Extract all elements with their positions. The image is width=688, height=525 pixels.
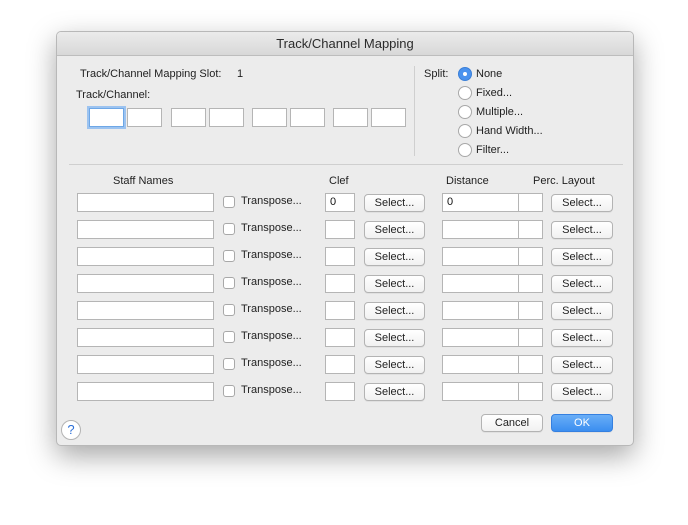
perc-layout-select-button[interactable]: Select... bbox=[551, 248, 613, 266]
help-button[interactable]: ? bbox=[61, 420, 81, 440]
perc-layout-field[interactable] bbox=[518, 247, 543, 266]
clef-select-button[interactable]: Select... bbox=[364, 194, 425, 212]
perc-layout-field[interactable] bbox=[518, 193, 543, 212]
track-channel-field[interactable] bbox=[333, 108, 368, 127]
transpose-checkbox[interactable] bbox=[223, 358, 235, 370]
split-radio[interactable] bbox=[458, 124, 472, 138]
transpose-label[interactable]: Transpose... bbox=[241, 357, 302, 369]
clef-select-button[interactable]: Select... bbox=[364, 383, 425, 401]
ok-button[interactable]: OK bbox=[551, 414, 613, 432]
split-label: Split: bbox=[424, 68, 449, 80]
staff-name-field[interactable] bbox=[77, 328, 214, 347]
transpose-checkbox[interactable] bbox=[223, 277, 235, 289]
perc-layout-select-button[interactable]: Select... bbox=[551, 221, 613, 239]
clef-field[interactable] bbox=[325, 220, 355, 239]
perc-layout-select-button[interactable]: Select... bbox=[551, 302, 613, 320]
split-option-label[interactable]: Hand Width... bbox=[476, 125, 543, 137]
track-channel-field[interactable] bbox=[290, 108, 325, 127]
track-channel-field[interactable] bbox=[209, 108, 244, 127]
window-title: Track/Channel Mapping bbox=[57, 32, 633, 56]
split-radio[interactable] bbox=[458, 67, 472, 81]
track-channel-field[interactable] bbox=[252, 108, 287, 127]
staff-name-field[interactable] bbox=[77, 382, 214, 401]
track-channel-field[interactable] bbox=[171, 108, 206, 127]
horizontal-divider bbox=[69, 164, 623, 165]
split-option-label[interactable]: None bbox=[476, 68, 502, 80]
clef-field[interactable]: 0 bbox=[325, 193, 355, 212]
clef-field[interactable] bbox=[325, 355, 355, 374]
perc-layout-select-button[interactable]: Select... bbox=[551, 356, 613, 374]
transpose-checkbox[interactable] bbox=[223, 223, 235, 235]
vertical-divider bbox=[414, 66, 415, 156]
split-radio[interactable] bbox=[458, 86, 472, 100]
perc-layout-field[interactable] bbox=[518, 328, 543, 347]
clef-select-button[interactable]: Select... bbox=[364, 221, 425, 239]
staff-name-field[interactable] bbox=[77, 220, 214, 239]
perc-layout-select-button[interactable]: Select... bbox=[551, 194, 613, 212]
split-option-label[interactable]: Multiple... bbox=[476, 106, 523, 118]
perc-layout-field[interactable] bbox=[518, 301, 543, 320]
transpose-label[interactable]: Transpose... bbox=[241, 276, 302, 288]
staff-name-field[interactable] bbox=[77, 247, 214, 266]
transpose-checkbox[interactable] bbox=[223, 331, 235, 343]
cancel-button[interactable]: Cancel bbox=[481, 414, 543, 432]
clef-select-button[interactable]: Select... bbox=[364, 329, 425, 347]
perc-layout-select-button[interactable]: Select... bbox=[551, 329, 613, 347]
transpose-checkbox[interactable] bbox=[223, 250, 235, 262]
slot-label: Track/Channel Mapping Slot: bbox=[80, 68, 222, 80]
clef-field[interactable] bbox=[325, 247, 355, 266]
track-channel-mapping-dialog: Track/Channel Mapping Track/Channel Mapp… bbox=[56, 31, 634, 446]
track-channel-field[interactable] bbox=[89, 108, 124, 127]
column-header-clef: Clef bbox=[329, 175, 349, 187]
track-channel-label: Track/Channel: bbox=[76, 89, 151, 101]
transpose-label[interactable]: Transpose... bbox=[241, 303, 302, 315]
clef-field[interactable] bbox=[325, 328, 355, 347]
column-header-perc-layout: Perc. Layout bbox=[533, 175, 595, 187]
staff-name-field[interactable] bbox=[77, 274, 214, 293]
clef-field[interactable] bbox=[325, 382, 355, 401]
transpose-checkbox[interactable] bbox=[223, 196, 235, 208]
staff-name-field[interactable] bbox=[77, 193, 214, 212]
clef-select-button[interactable]: Select... bbox=[364, 275, 425, 293]
perc-layout-field[interactable] bbox=[518, 355, 543, 374]
transpose-label[interactable]: Transpose... bbox=[241, 222, 302, 234]
perc-layout-field[interactable] bbox=[518, 220, 543, 239]
split-radio[interactable] bbox=[458, 105, 472, 119]
split-radio[interactable] bbox=[458, 143, 472, 157]
split-option-label[interactable]: Fixed... bbox=[476, 87, 512, 99]
perc-layout-select-button[interactable]: Select... bbox=[551, 383, 613, 401]
transpose-checkbox[interactable] bbox=[223, 385, 235, 397]
track-channel-field[interactable] bbox=[127, 108, 162, 127]
perc-layout-select-button[interactable]: Select... bbox=[551, 275, 613, 293]
transpose-label[interactable]: Transpose... bbox=[241, 384, 302, 396]
clef-field[interactable] bbox=[325, 301, 355, 320]
column-header-staff-names: Staff Names bbox=[113, 175, 174, 187]
clef-select-button[interactable]: Select... bbox=[364, 302, 425, 320]
clef-field[interactable] bbox=[325, 274, 355, 293]
staff-name-field[interactable] bbox=[77, 355, 214, 374]
track-channel-field[interactable] bbox=[371, 108, 406, 127]
clef-select-button[interactable]: Select... bbox=[364, 356, 425, 374]
transpose-label[interactable]: Transpose... bbox=[241, 195, 302, 207]
staff-name-field[interactable] bbox=[77, 301, 214, 320]
perc-layout-field[interactable] bbox=[518, 274, 543, 293]
split-option-label[interactable]: Filter... bbox=[476, 144, 509, 156]
slot-value: 1 bbox=[237, 68, 244, 80]
column-header-distance: Distance bbox=[446, 175, 489, 187]
transpose-label[interactable]: Transpose... bbox=[241, 330, 302, 342]
clef-select-button[interactable]: Select... bbox=[364, 248, 425, 266]
perc-layout-field[interactable] bbox=[518, 382, 543, 401]
transpose-label[interactable]: Transpose... bbox=[241, 249, 302, 261]
transpose-checkbox[interactable] bbox=[223, 304, 235, 316]
